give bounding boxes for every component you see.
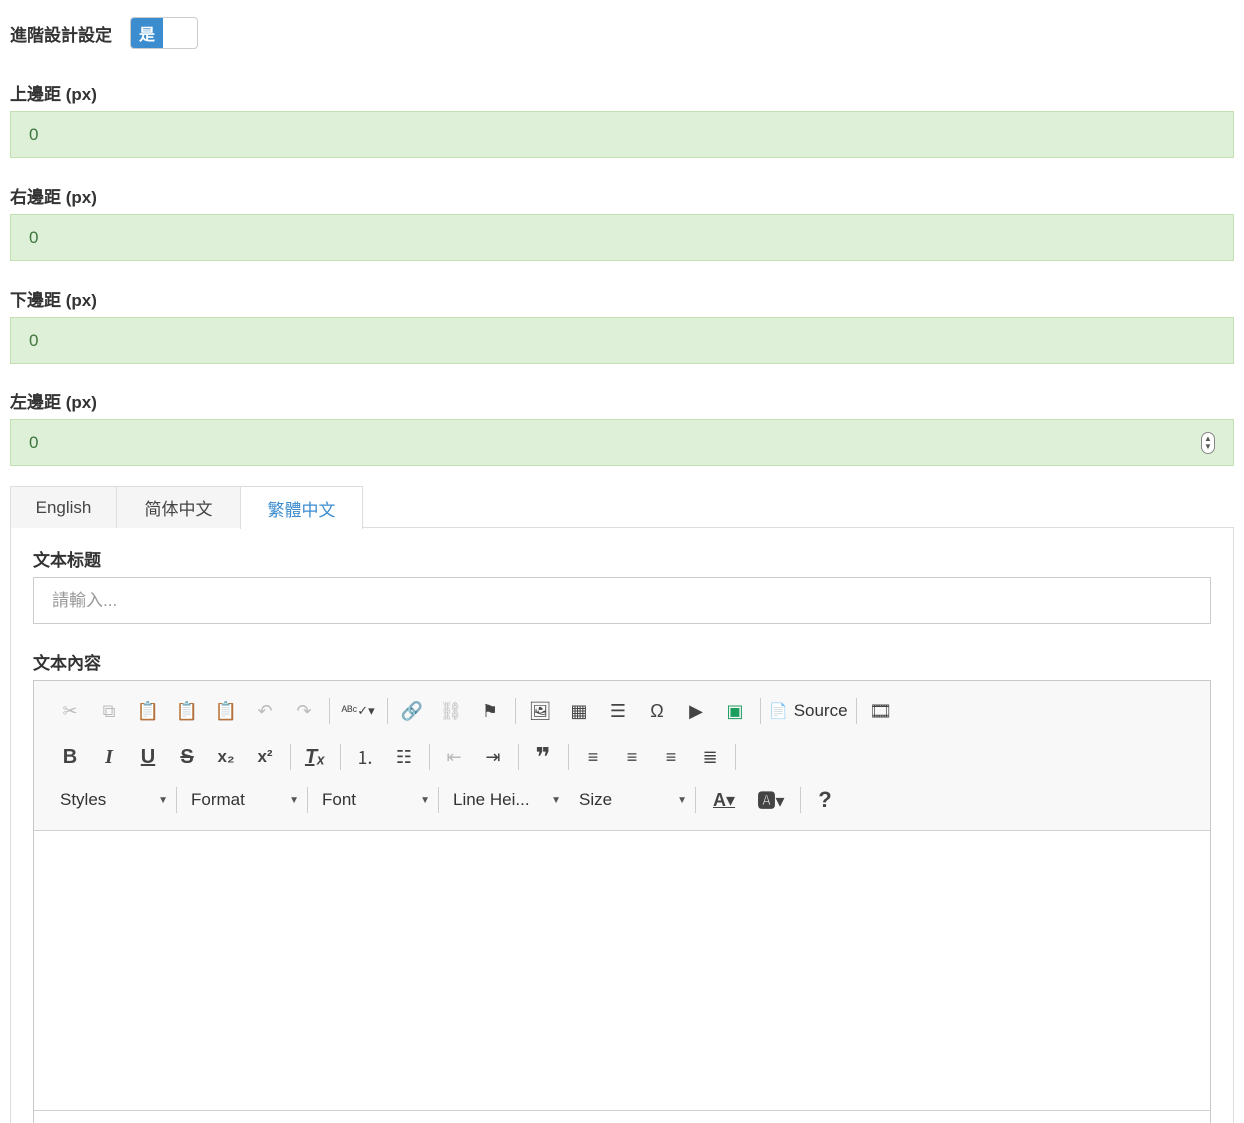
chevron-down-icon: ▼	[289, 794, 299, 806]
toolbar-separator	[568, 744, 569, 770]
toolbar-separator	[307, 787, 308, 813]
align-right-icon[interactable]: ≡	[655, 742, 687, 772]
superscript-icon[interactable]: x²	[249, 742, 281, 772]
spellcheck-icon[interactable]: ᴬᴮᶜ✓▾	[338, 696, 378, 726]
media-embed-icon[interactable]: 🎞	[865, 696, 897, 726]
spinner-icon[interactable]: ▲ ▼	[1201, 432, 1215, 454]
advanced-settings-row: 進階設計設定 是	[10, 16, 198, 50]
size-label: Size	[579, 790, 613, 809]
editor-toolbar: ✂ ⧉ 📋 📋 📋 ↶ ↷ ᴬᴮᶜ✓▾ 🔗 ⛓ ⚑ 🖼 ▦ ☰ Ω ▶ ▣ 📄 …	[34, 681, 1210, 831]
text-content-label: 文本內容	[33, 654, 101, 673]
align-left-icon[interactable]: ≡	[577, 742, 609, 772]
format-label: Format	[191, 790, 245, 809]
source-button[interactable]: 📄 Source	[769, 701, 848, 721]
advanced-settings-label: 進階設計設定	[10, 25, 112, 45]
styles-dropdown[interactable]: Styles ▼	[54, 785, 174, 815]
margin-right-value: 0	[29, 227, 39, 247]
numbered-list-icon[interactable]: ⒈	[349, 742, 381, 772]
toolbar-separator	[855, 698, 857, 724]
paste-text-icon[interactable]: 📋	[171, 696, 203, 726]
toolbar-separator	[176, 787, 177, 813]
line-height-label: Line Hei...	[453, 790, 530, 809]
bold-icon[interactable]: B	[54, 742, 86, 772]
chevron-down-icon: ▼	[420, 794, 430, 806]
undo-icon[interactable]: ↶	[249, 696, 281, 726]
chevron-down-icon: ▼	[551, 794, 561, 806]
youtube-icon[interactable]: ▶	[680, 696, 712, 726]
toolbar-separator	[518, 744, 519, 770]
iframe-icon[interactable]: ▣	[719, 696, 751, 726]
toolbar-separator	[800, 787, 801, 813]
tab-simplified-chinese[interactable]: 简体中文	[116, 486, 241, 528]
bulleted-list-icon[interactable]: ☷	[388, 742, 420, 772]
remove-format-icon[interactable]: Tₓ	[299, 742, 331, 772]
help-icon[interactable]: ?	[809, 785, 841, 815]
unlink-icon[interactable]: ⛓	[435, 696, 467, 726]
text-title-label: 文本标题	[33, 551, 101, 570]
language-tabs: English 简体中文 繁體中文	[10, 486, 363, 529]
table-icon[interactable]: ▦	[563, 696, 595, 726]
horizontal-line-icon[interactable]: ☰	[602, 696, 634, 726]
size-dropdown[interactable]: Size ▼	[573, 785, 693, 815]
align-justify-icon[interactable]: ≣	[694, 742, 726, 772]
paste-icon[interactable]: 📋	[132, 696, 164, 726]
tab-traditional-chinese[interactable]: 繁體中文	[240, 486, 363, 529]
toolbar-separator	[760, 698, 761, 724]
chevron-down-icon: ▼	[158, 794, 168, 806]
blockquote-icon[interactable]: ❞	[527, 742, 559, 772]
format-dropdown[interactable]: Format ▼	[185, 785, 305, 815]
outdent-icon[interactable]: ⇤	[438, 742, 470, 772]
toggle-on-label: 是	[131, 18, 163, 48]
tab-english[interactable]: English	[10, 486, 117, 528]
toolbar-separator	[438, 787, 439, 813]
margin-left-label: 左邊距 (px)	[10, 393, 97, 412]
copy-icon[interactable]: ⧉	[93, 696, 125, 726]
source-icon: 📄	[769, 703, 788, 720]
margin-top-label: 上邊距 (px)	[10, 85, 97, 104]
redo-icon[interactable]: ↷	[288, 696, 320, 726]
text-color-icon[interactable]: A▾	[704, 785, 744, 815]
toolbar-separator	[515, 698, 516, 724]
margin-bottom-value: 0	[29, 330, 39, 350]
font-dropdown[interactable]: Font ▼	[316, 785, 436, 815]
background-color-icon[interactable]: 🅰▾	[751, 785, 791, 815]
toolbar-separator	[695, 787, 696, 813]
margin-right-input[interactable]: 0	[10, 214, 1234, 261]
underline-icon[interactable]: U	[132, 742, 164, 772]
rich-text-editor: ✂ ⧉ 📋 📋 📋 ↶ ↷ ᴬᴮᶜ✓▾ 🔗 ⛓ ⚑ 🖼 ▦ ☰ Ω ▶ ▣ 📄 …	[33, 680, 1211, 1123]
source-label: Source	[793, 701, 848, 720]
margin-left-value: 0	[29, 432, 39, 452]
toolbar-separator	[429, 744, 430, 770]
special-char-icon[interactable]: Ω	[641, 696, 673, 726]
strikethrough-icon[interactable]: S	[171, 742, 203, 772]
font-label: Font	[322, 790, 357, 809]
chevron-down-icon: ▼	[677, 794, 687, 806]
margin-left-input[interactable]: 0 ▲ ▼	[10, 419, 1234, 466]
toolbar-separator	[387, 698, 388, 724]
editor-content-area[interactable]	[34, 831, 1210, 1111]
margin-top-value: 0	[29, 124, 39, 144]
editor-footer	[34, 1110, 1210, 1111]
paste-word-icon[interactable]: 📋	[210, 696, 242, 726]
toolbar-separator	[329, 698, 330, 724]
margin-bottom-label: 下邊距 (px)	[10, 291, 97, 310]
cut-icon[interactable]: ✂	[54, 696, 86, 726]
align-center-icon[interactable]: ≡	[616, 742, 648, 772]
indent-icon[interactable]: ⇥	[477, 742, 509, 772]
margin-right-label: 右邊距 (px)	[10, 188, 97, 207]
toolbar-separator	[735, 744, 736, 770]
toolbar-separator	[340, 744, 341, 770]
styles-label: Styles	[60, 790, 107, 809]
margin-bottom-input[interactable]: 0	[10, 317, 1234, 364]
anchor-flag-icon[interactable]: ⚑	[474, 696, 506, 726]
line-height-dropdown[interactable]: Line Hei... ▼	[447, 785, 567, 815]
subscript-icon[interactable]: x₂	[210, 742, 242, 772]
margin-top-input[interactable]: 0	[10, 111, 1234, 158]
image-icon[interactable]: 🖼	[524, 696, 556, 726]
advanced-settings-toggle[interactable]: 是	[130, 17, 198, 49]
toolbar-separator	[290, 744, 291, 770]
text-title-input[interactable]	[33, 577, 1211, 624]
link-icon[interactable]: 🔗	[396, 696, 428, 726]
italic-icon[interactable]: I	[93, 742, 125, 772]
